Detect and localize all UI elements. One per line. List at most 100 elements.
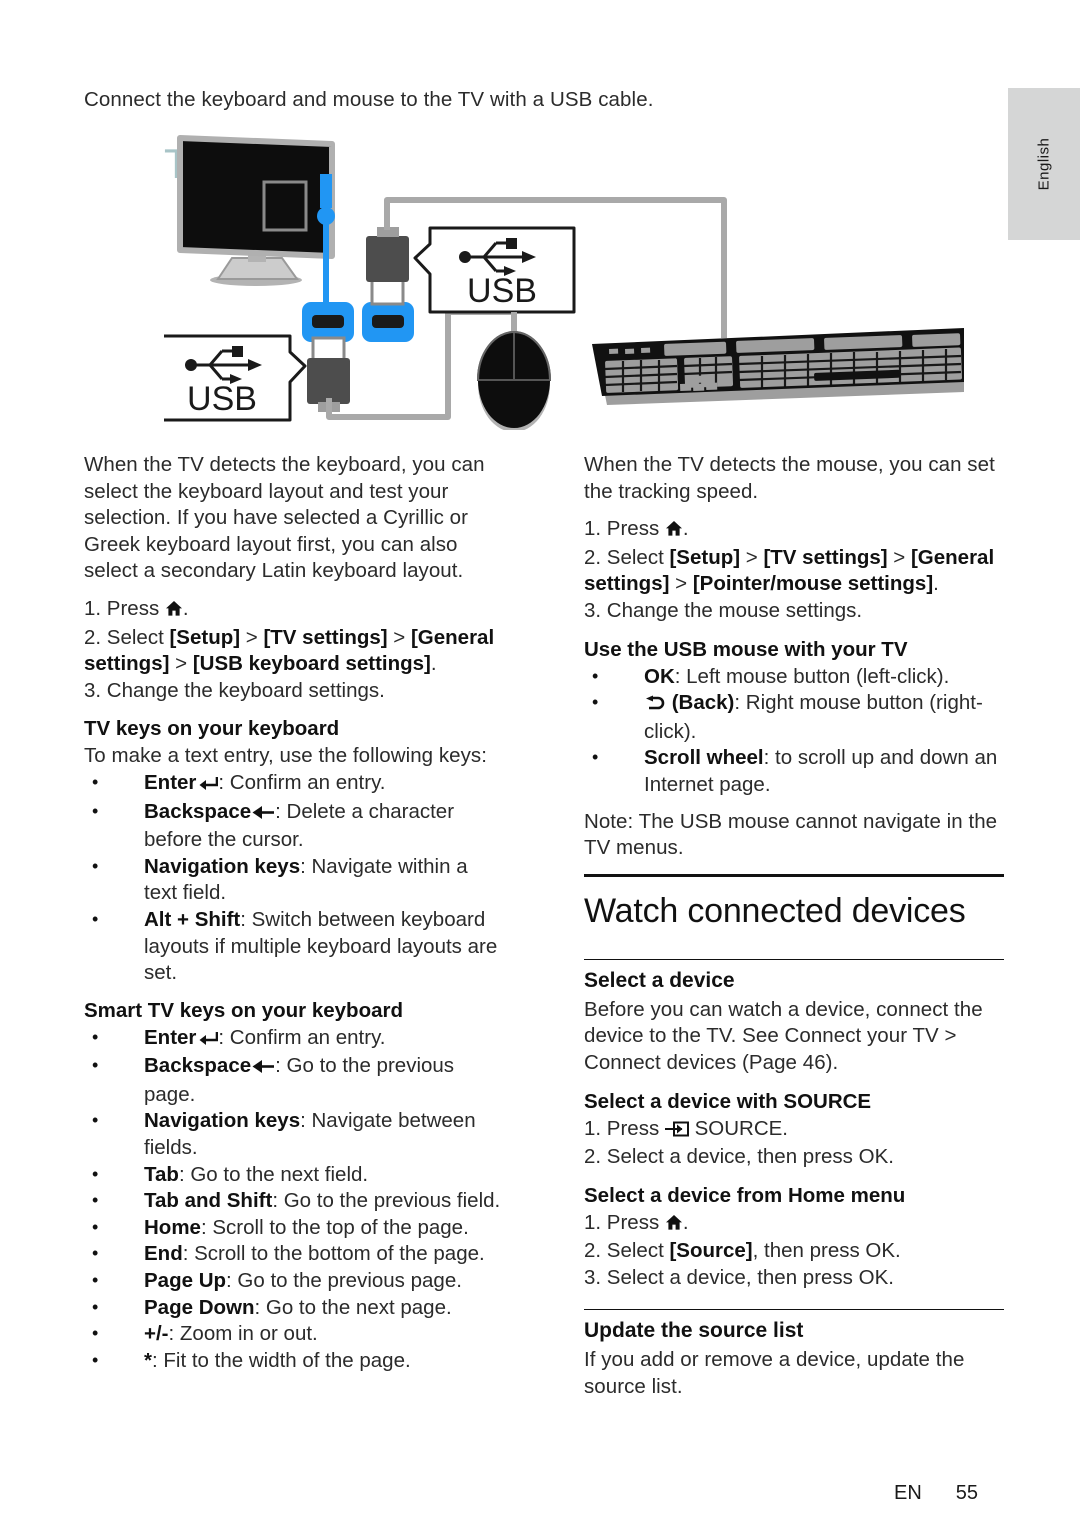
key-name: Page Down <box>144 1295 255 1319</box>
svg-text:USB: USB <box>467 272 537 310</box>
key-name: Scroll wheel <box>644 746 764 770</box>
step1-prefix: 1. Press <box>84 596 165 620</box>
list-item: Page Down: Go to the next page. <box>84 1294 504 1322</box>
usb-port-2 <box>362 302 414 342</box>
usb-mouse-heading: Use the USB mouse with your TV <box>584 637 908 661</box>
home-step-3: 3. Select a device, then press OK. <box>584 1265 894 1289</box>
key-name: OK <box>644 664 675 688</box>
keyboard-step-1: 1. Press . <box>84 596 504 625</box>
key-description: : Confirm an entry. <box>218 770 386 794</box>
footer-page-number: 55 <box>955 1482 979 1504</box>
usb-port-1 <box>302 302 354 342</box>
usb-callout-keyboard: USB <box>413 226 576 314</box>
mouse-step1-prefix: 1. Press <box>584 517 665 541</box>
key-name: Tab and Shift <box>144 1189 273 1213</box>
key-name: +/- <box>144 1322 169 1346</box>
path-sep-1: > <box>740 545 764 569</box>
tv-keys-intro: To make a text entry, use the following … <box>84 744 487 768</box>
keyboard-step-3: 3. Change the keyboard settings. <box>84 678 385 702</box>
language-tab-label: English <box>1035 137 1053 191</box>
list-item: Scroll wheel: to scroll up and down an I… <box>584 744 1004 798</box>
key-description: : Left mouse button (left-click). <box>674 664 950 688</box>
list-item: (Back): Right mouse button (right-click)… <box>584 689 1004 745</box>
back-arrow-icon <box>644 692 666 719</box>
tv-keys-list: Enter : Confirm an entry. Backspace: Delet… <box>84 769 504 987</box>
keyboard-illustration <box>592 328 964 405</box>
keyboard-step-2: 2. Select [Setup] > [TV settings] > [Gen… <box>84 625 504 678</box>
select-device-body-2: (Page 46). <box>736 1050 839 1074</box>
intro-sentence: Connect the keyboard and mouse to the TV… <box>84 88 654 111</box>
list-item: Tab and Shift: Go to the previous field. <box>84 1187 504 1215</box>
mouse-step2-prefix: 2. Select <box>584 545 670 569</box>
page-footer: EN 55 <box>894 1482 978 1505</box>
enter-arrow-icon <box>196 1027 219 1054</box>
mouse-step1-suffix: . <box>682 517 689 541</box>
list-item: OK: Left mouse button (left-click). <box>584 663 1004 691</box>
home-step-2: 2. Select [Source], then press OK. <box>584 1238 1004 1265</box>
home-icon <box>665 518 683 545</box>
usb-connector-keyboard <box>366 227 409 306</box>
path-sep-2: > <box>387 625 411 649</box>
mouse-steps: 1. Press . 2. Select [Setup] > [TV setti… <box>584 516 1004 624</box>
usb-connection-diagram: TV <box>152 130 964 432</box>
key-description: : Go to the next page. <box>254 1295 452 1319</box>
key-name: Backspace <box>144 799 252 823</box>
smart-tv-keys-heading: Smart TV keys on your keyboard <box>84 998 404 1022</box>
key-name: Navigation keys <box>144 854 301 878</box>
footer-language-code: EN <box>894 1482 922 1504</box>
source-step1-label: SOURCE. <box>688 1116 788 1140</box>
tv-keys-heading: TV keys on your keyboard <box>84 717 340 741</box>
key-name: Home <box>144 1215 201 1239</box>
page-section-title: Watch connected devices <box>584 891 966 930</box>
key-name: Navigation keys <box>144 1109 301 1133</box>
key-description: : Fit to the width of the page. <box>151 1348 411 1372</box>
right-column: When the TV detects the mouse, you can s… <box>584 452 1004 1412</box>
path-sep-3: > <box>669 572 693 596</box>
mouse-step-3: 3. Change the mouse settings. <box>584 598 863 622</box>
source-step-1: 1. Press SOURCE. <box>584 1116 1004 1145</box>
home-step2-prefix: 2. Select <box>584 1239 670 1263</box>
mouse-intro-paragraph: When the TV detects the mouse, you can s… <box>584 453 995 503</box>
home-icon <box>665 1212 683 1239</box>
mouse-illustration <box>476 312 552 432</box>
home-step1-suffix: . <box>682 1210 689 1234</box>
key-name: (Back) <box>671 691 735 715</box>
home-step2-suffix: , then press OK. <box>752 1239 901 1263</box>
key-description: : Go to the previous page. <box>226 1269 462 1293</box>
list-item: *: Fit to the width of the page. <box>84 1347 504 1375</box>
update-source-list-heading: Update the source list <box>584 1319 804 1343</box>
tv-illustration <box>177 135 335 286</box>
list-item: Enter: Confirm an entry. <box>84 1024 504 1054</box>
step1-suffix: . <box>182 596 189 620</box>
menu-path-usb-keyboard-settings: [USB keyboard settings] <box>192 652 431 676</box>
home-menu-steps: 1. Press . 2. Select [Source], then pres… <box>584 1210 1004 1292</box>
note-label: Note: <box>584 809 634 833</box>
key-name: Enter <box>144 770 197 794</box>
list-item: +/-: Zoom in or out. <box>84 1320 504 1348</box>
home-icon <box>165 598 183 625</box>
language-tab: English <box>1008 88 1080 240</box>
mouse-step-1: 1. Press . <box>584 516 1004 545</box>
enter-arrow-icon <box>196 772 219 799</box>
keyboard-steps: 1. Press . 2. Select [Setup] > [TV setti… <box>84 596 504 704</box>
home-step-1: 1. Press . <box>584 1210 1004 1239</box>
step2-prefix: 2. Select <box>84 625 170 649</box>
menu-path-tv-settings: [TV settings] <box>263 625 388 649</box>
mouse-step2-suffix: . <box>933 572 939 596</box>
svg-text:USB: USB <box>187 380 257 418</box>
list-item: Backspace: Delete a character before the… <box>84 798 504 854</box>
backspace-arrow-icon <box>251 801 275 828</box>
key-description: : Go to the next field. <box>178 1162 369 1186</box>
key-description: : Confirm an entry. <box>218 1025 386 1049</box>
select-with-source-heading: Select a device with SOURCE <box>584 1089 872 1113</box>
source-step1-prefix: 1. Press <box>584 1116 665 1140</box>
list-item: Navigation keys: Navigate within a text … <box>84 853 504 907</box>
menu-path-source: [Source] <box>669 1239 753 1263</box>
source-steps: 1. Press SOURCE. 2. Select a device, the… <box>584 1116 1004 1171</box>
update-source-body: If you add or remove a device, update th… <box>584 1348 965 1399</box>
key-description: : Scroll to the top of the page. <box>200 1215 469 1239</box>
list-item: Page Up: Go to the previous page. <box>84 1267 504 1295</box>
list-item: Backspace: Go to the previous page. <box>84 1052 504 1108</box>
list-item: Alt + Shift: Switch between keyboard lay… <box>84 906 504 987</box>
mouse-note: Note: The USB mouse cannot navigate in t… <box>584 809 1004 862</box>
